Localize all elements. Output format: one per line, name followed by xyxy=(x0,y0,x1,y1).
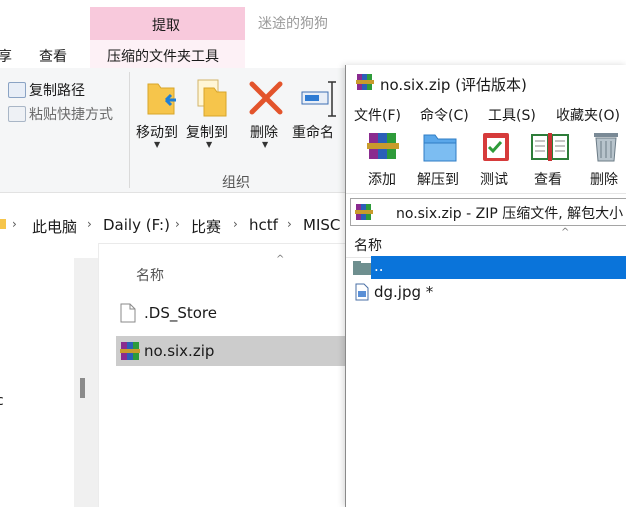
ribbon-tab-bar: 享 查看 提取 压缩的文件夹工具 迷途的狗狗 xyxy=(0,0,626,69)
copy-to-label: 复制到 xyxy=(186,125,228,141)
move-to-label: 移动到 xyxy=(136,125,178,141)
delete-button[interactable]: 删除 ▼ xyxy=(246,74,286,154)
breadcrumb-hctf[interactable]: hctf xyxy=(249,216,278,234)
trash-icon xyxy=(594,133,618,162)
delete-label: 删除 xyxy=(590,172,618,188)
sort-up-icon: ^ xyxy=(276,254,285,265)
sort-up-icon: ^ xyxy=(561,227,570,238)
folder-icon xyxy=(0,219,6,229)
context-tab-group: 提取 xyxy=(90,7,245,40)
move-to-button[interactable]: 移动到 ▼ xyxy=(136,74,182,154)
paste-shortcut-icon xyxy=(8,106,26,122)
winrar-window: no.six.zip (评估版本) 文件(F) 命令(C) 工具(S) 收藏夹(… xyxy=(345,65,626,507)
rename-icon xyxy=(301,81,336,117)
extract-to-button[interactable]: 解压到 xyxy=(414,129,466,191)
file-list-header: 名称 ^ xyxy=(346,227,626,258)
parent-folder-name: .. xyxy=(374,257,384,275)
file-name: .DS_Store xyxy=(144,304,217,322)
archive-path-field[interactable]: no.six.zip - ZIP 压缩文件, 解包大小 xyxy=(350,198,626,226)
breadcrumb-misc[interactable]: MISC xyxy=(303,216,340,234)
test-clipboard-icon xyxy=(483,133,509,161)
file-name: dg.jpg * xyxy=(374,283,434,301)
view-label: 查看 xyxy=(534,172,562,188)
add-label: 添加 xyxy=(368,172,396,188)
window-title: no.six.zip (评估版本) xyxy=(380,76,527,94)
chevron-down-icon: ▼ xyxy=(262,140,269,149)
chevron-right-icon: › xyxy=(175,217,180,231)
nav-item-partial[interactable]: c xyxy=(0,393,4,409)
copy-path-label: 复制路径 xyxy=(29,83,85,99)
parent-folder-icon xyxy=(353,261,371,275)
add-button[interactable]: 添加 xyxy=(362,129,406,191)
test-label: 测试 xyxy=(480,172,508,188)
menu-bar: 文件(F) 命令(C) 工具(S) 收藏夹(O) xyxy=(346,99,626,127)
file-name: no.six.zip xyxy=(144,342,215,360)
tab-view[interactable]: 查看 xyxy=(39,46,67,66)
context-tab-header: 提取 xyxy=(152,18,180,34)
copy-to-button[interactable]: 复制到 ▼ xyxy=(186,74,236,154)
delete-icon xyxy=(249,81,283,115)
winrar-archive-icon xyxy=(355,204,373,220)
delete-button[interactable]: 删除 xyxy=(586,129,626,191)
nav-scrollbar-thumb[interactable] xyxy=(80,378,85,398)
group-label-organize: 组织 xyxy=(222,175,250,191)
chevron-right-icon: › xyxy=(12,217,17,231)
chevron-down-icon: ▼ xyxy=(154,140,161,149)
chevron-down-icon: ▼ xyxy=(206,140,213,149)
group-divider xyxy=(129,72,130,188)
breadcrumb-this-pc[interactable]: 此电脑 xyxy=(32,216,77,237)
column-header-name[interactable]: 名称 xyxy=(354,235,382,255)
image-file-icon xyxy=(355,283,369,301)
add-archive-icon xyxy=(367,133,399,159)
column-header-name[interactable]: 名称 xyxy=(136,265,164,285)
copy-to-icon xyxy=(197,79,227,117)
view-book-icon xyxy=(531,133,569,161)
window-title: 迷途的狗狗 xyxy=(258,16,328,32)
delete-label: 删除 xyxy=(250,125,278,141)
tab-share[interactable]: 享 xyxy=(0,46,12,66)
view-button[interactable]: 查看 xyxy=(528,129,572,191)
chevron-right-icon: › xyxy=(233,217,238,231)
list-item-selected[interactable]: no.six.zip xyxy=(116,336,345,366)
archive-path-text: no.six.zip - ZIP 压缩文件, 解包大小 xyxy=(396,206,624,222)
tab-compressed-folder-tools[interactable]: 压缩的文件夹工具 xyxy=(90,40,245,69)
list-item[interactable]: .DS_Store xyxy=(116,300,345,328)
copy-path-icon xyxy=(8,82,26,98)
toolbar: 添加 解压到 测试 查看 删除 xyxy=(346,127,626,194)
breadcrumb-drive[interactable]: Daily (F:) xyxy=(103,216,170,234)
menu-commands[interactable]: 命令(C) xyxy=(420,105,469,125)
breadcrumb-match[interactable]: 比赛 xyxy=(191,216,221,237)
title-bar[interactable]: no.six.zip (评估版本) xyxy=(346,65,626,99)
list-item-selected[interactable]: .. xyxy=(371,256,626,279)
nav-scrollbar[interactable] xyxy=(74,258,98,507)
winrar-archive-icon xyxy=(120,342,140,360)
paste-shortcut-label: 粘贴快捷方式 xyxy=(29,107,113,123)
test-button[interactable]: 测试 xyxy=(476,129,516,191)
list-item[interactable]: dg.jpg * xyxy=(352,281,622,305)
extract-folder-icon xyxy=(423,134,457,162)
tab-compressed-folder-tools-label: 压缩的文件夹工具 xyxy=(107,49,219,65)
move-to-icon xyxy=(147,83,176,115)
menu-favorites[interactable]: 收藏夹(O) xyxy=(556,105,620,125)
file-icon xyxy=(120,303,136,323)
rename-label: 重命名 xyxy=(292,125,334,141)
menu-file[interactable]: 文件(F) xyxy=(354,105,401,125)
extract-to-label: 解压到 xyxy=(417,172,459,188)
chevron-right-icon: › xyxy=(87,217,92,231)
menu-tools[interactable]: 工具(S) xyxy=(488,105,536,125)
winrar-app-icon xyxy=(356,74,374,90)
rename-button[interactable]: 重命名 xyxy=(292,74,344,154)
breadcrumb[interactable]: › 此电脑 › Daily (F:) › 比赛 › hctf › MISC xyxy=(0,207,345,244)
chevron-right-icon: › xyxy=(287,217,292,231)
